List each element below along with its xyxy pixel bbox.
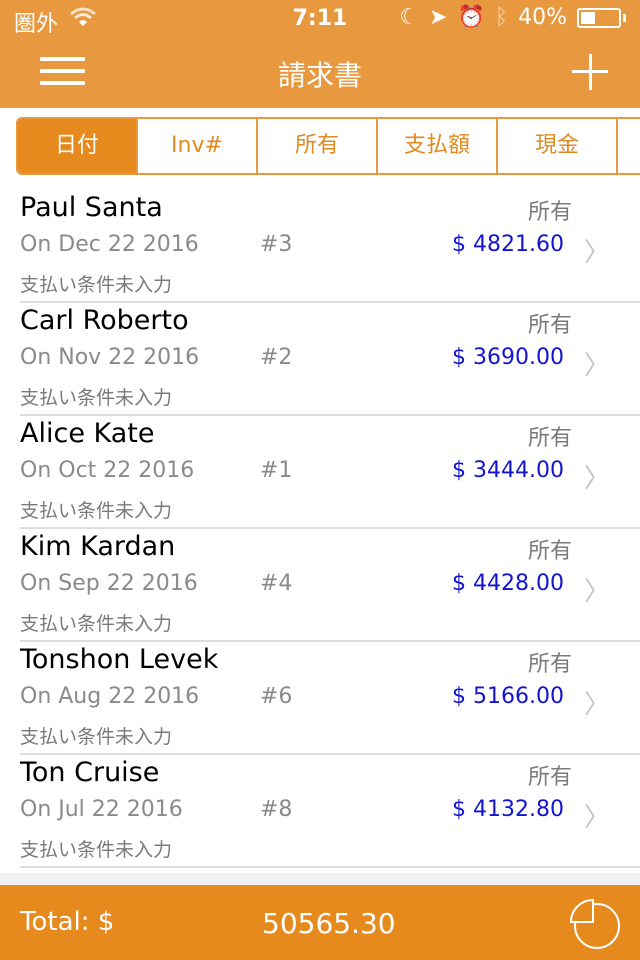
- invoice-date: On Aug 22 2016: [20, 684, 200, 709]
- invoice-date: On Jul 22 2016: [20, 797, 183, 822]
- invoice-amount: $ 4132.80: [452, 797, 564, 822]
- invoice-list: Paul Santa 所有 On Dec 22 2016 #3 $ 4821.60 〉支払…: [0, 190, 640, 868]
- tab-0[interactable]: 日付: [18, 119, 138, 173]
- payment-terms: 支払い条件未入力: [20, 613, 173, 635]
- client-name: Ton Cruise: [20, 757, 160, 788]
- invoice-row[interactable]: Paul Santa 所有 On Dec 22 2016 #3 $ 4821.60 〉支払…: [0, 190, 640, 303]
- pie-chart-icon[interactable]: [568, 897, 622, 951]
- invoice-date: On Sep 22 2016: [20, 571, 198, 596]
- location-icon: ➤: [429, 5, 448, 30]
- payment-terms: 支払い条件未入力: [20, 387, 173, 409]
- invoice-status: 所有: [527, 200, 572, 225]
- plus-icon[interactable]: [572, 54, 608, 90]
- payment-terms: 支払い条件未入力: [20, 726, 173, 748]
- tab-4[interactable]: 現金: [498, 119, 618, 173]
- invoice-status: 所有: [527, 765, 572, 790]
- client-name: Alice Kate: [20, 418, 155, 449]
- invoice-date: On Dec 22 2016: [20, 232, 199, 257]
- invoice-row[interactable]: Carl Roberto 所有 On Nov 22 2016 #2 $ 3690.00 〉…: [0, 303, 640, 416]
- payment-terms: 支払い条件未入力: [20, 839, 173, 861]
- totals-footer: Total: $ 50565.30: [0, 885, 640, 960]
- chevron-right-icon[interactable]: 〉: [584, 571, 610, 608]
- invoice-number: #1: [260, 458, 293, 483]
- invoice-row[interactable]: Tonshon Levek 所有 On Aug 22 2016 #6 $ 5166.00…: [0, 642, 640, 755]
- invoice-number: #4: [260, 571, 293, 596]
- invoice-number: #3: [260, 232, 293, 257]
- status-bar: 圏外 7:11 ☾ ➤ ⏰ ᛒ 40%: [0, 0, 640, 40]
- invoice-amount: $ 5166.00: [452, 684, 564, 709]
- payment-terms: 支払い条件未入力: [20, 500, 173, 522]
- tab-2[interactable]: 所有: [258, 119, 378, 173]
- invoice-number: #8: [260, 797, 293, 822]
- chevron-right-icon[interactable]: 〉: [584, 458, 610, 495]
- invoice-row[interactable]: Alice Kate 所有 On Oct 22 2016 #1 $ 3444.00 〉支払…: [0, 416, 640, 529]
- chevron-right-icon[interactable]: 〉: [584, 232, 610, 269]
- invoice-number: #2: [260, 345, 293, 370]
- sort-tabs: 日付 Inv# 所有 支払額 現金: [16, 117, 640, 175]
- bluetooth-icon: ᛒ: [494, 5, 509, 30]
- invoice-amount: $ 3690.00: [452, 345, 564, 370]
- client-name: Carl Roberto: [20, 305, 189, 336]
- page-title: 請求書: [277, 59, 362, 92]
- total-value: 50565.30: [262, 907, 396, 940]
- moon-icon: ☾: [399, 5, 420, 30]
- row-divider: [20, 866, 640, 868]
- invoice-number: #6: [260, 684, 293, 709]
- chevron-right-icon[interactable]: 〉: [584, 684, 610, 721]
- invoice-status: 所有: [527, 313, 572, 338]
- tab-1[interactable]: Inv#: [138, 119, 258, 173]
- client-name: Tonshon Levek: [20, 644, 219, 675]
- alarm-icon: ⏰: [457, 5, 485, 30]
- invoice-status: 所有: [527, 426, 572, 451]
- battery-icon: [577, 7, 621, 28]
- battery-tip: [623, 13, 626, 22]
- tab-3[interactable]: 支払額: [378, 119, 498, 173]
- total-label: Total: $: [20, 907, 115, 937]
- invoice-date: On Oct 22 2016: [20, 458, 195, 483]
- client-name: Paul Santa: [20, 192, 163, 223]
- invoice-date: On Nov 22 2016: [20, 345, 200, 370]
- client-name: Kim Kardan: [20, 531, 176, 562]
- chevron-right-icon[interactable]: 〉: [584, 345, 610, 382]
- invoice-row[interactable]: Kim Kardan 所有 On Sep 22 2016 #4 $ 4428.00 〉支払…: [0, 529, 640, 642]
- invoice-status: 所有: [527, 652, 572, 677]
- invoice-row[interactable]: Ton Cruise 所有 On Jul 22 2016 #8 $ 4132.80 〉支払…: [0, 755, 640, 868]
- battery-percent: 40%: [518, 5, 567, 30]
- invoice-status: 所有: [527, 539, 572, 564]
- nav-bar: 請求書: [0, 40, 640, 108]
- payment-terms: 支払い条件未入力: [20, 274, 173, 296]
- invoice-amount: $ 4821.60: [452, 232, 564, 257]
- invoice-amount: $ 3444.00: [452, 458, 564, 483]
- chevron-right-icon[interactable]: 〉: [584, 797, 610, 834]
- invoice-amount: $ 4428.00: [452, 571, 564, 596]
